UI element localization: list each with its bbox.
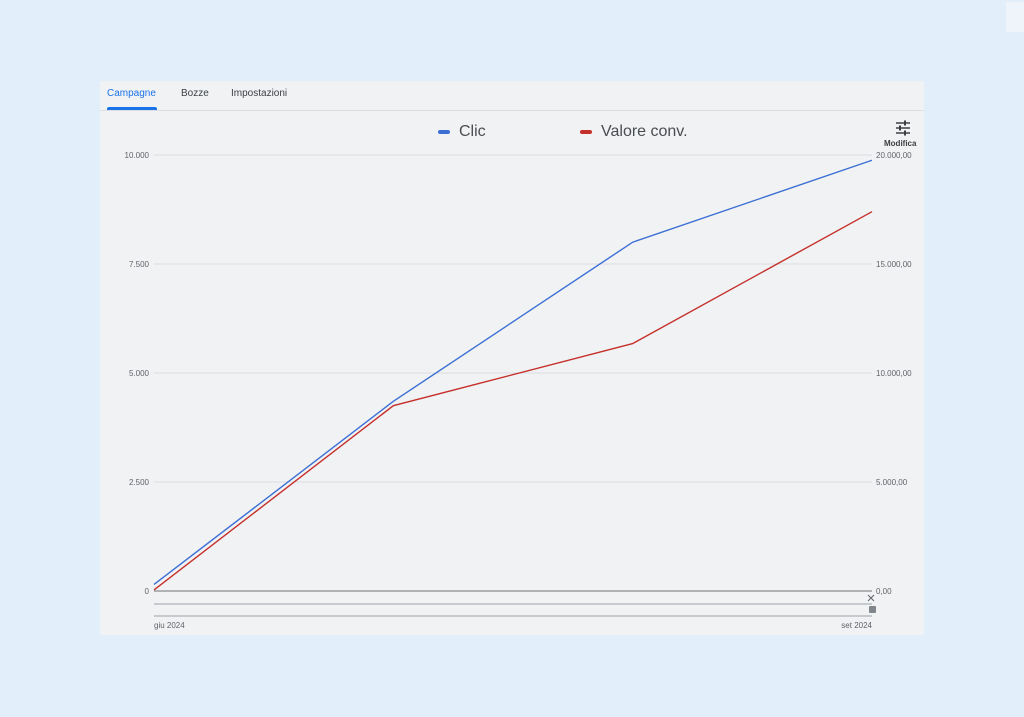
line-chart: 0 0,00 2.500 5.000,00 5.000 10.000,00 7.500 15.… <box>125 151 913 630</box>
series-line-valore-conv <box>153 211 873 591</box>
y-left-tick-label: 5.000 <box>129 369 150 378</box>
series-line-clic <box>153 159 873 586</box>
x-tick-label: set 2024 <box>841 621 872 630</box>
y-left-tick-label: 7.500 <box>129 260 150 269</box>
y-right-tick-label: 20.000,00 <box>876 151 912 160</box>
y-left-tick-label: 2.500 <box>129 478 150 487</box>
y-left-tick-label: 10.000 <box>125 151 150 160</box>
x-tick-label: giu 2024 <box>154 621 185 630</box>
campaign-panel: Campagne Bozze Impostazioni Clic Valore … <box>100 81 924 635</box>
collapse-icon <box>867 594 875 602</box>
y-right-tick-label: 15.000,00 <box>876 260 912 269</box>
y-right-tick-label: 5.000,00 <box>876 478 908 487</box>
range-handle <box>869 606 876 613</box>
corner-box <box>1006 2 1024 32</box>
y-right-tick-label: 10.000,00 <box>876 369 912 378</box>
y-left-tick-label: 0 <box>145 587 150 596</box>
y-right-tick-label: 0,00 <box>876 587 892 596</box>
